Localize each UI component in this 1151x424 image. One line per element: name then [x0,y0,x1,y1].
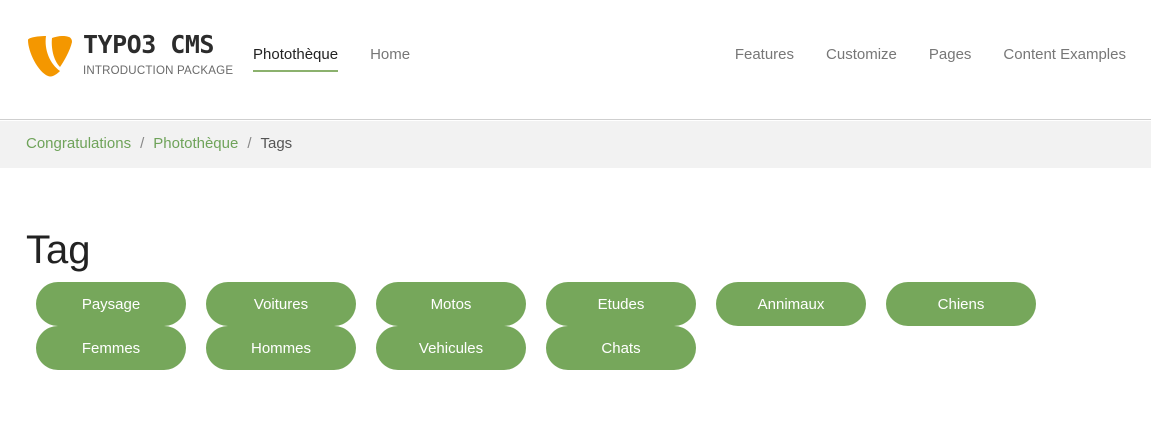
tag-button-femmes[interactable]: Femmes [36,326,186,370]
tag-button-chiens[interactable]: Chiens [886,282,1036,326]
site-header: TYPO3 CMS INTRODUCTION PACKAGE Photothèq… [0,0,1151,120]
secondary-nav: Features Customize Pages Content Example… [735,44,1126,72]
logo-title: TYPO3 CMS [83,30,214,59]
breadcrumb-separator: / [140,135,145,152]
breadcrumb-separator: / [247,135,252,152]
logo-subtitle: INTRODUCTION PACKAGE [83,63,234,77]
page-title: Tag [26,228,91,272]
typo3-logo-icon [28,36,72,77]
breadcrumb: Congratulations / Photothèque / Tags [26,134,292,154]
typo3-logo[interactable]: TYPO3 CMS INTRODUCTION PACKAGE [26,30,233,80]
breadcrumb-item-congratulations[interactable]: Congratulations [26,134,131,154]
tag-button-paysage[interactable]: Paysage [36,282,186,326]
breadcrumb-current: Tags [260,135,293,152]
tag-button-chats[interactable]: Chats [546,326,696,370]
nav-item-customize[interactable]: Customize [826,44,897,72]
tag-button-annimaux[interactable]: Annimaux [716,282,866,326]
tag-button-motos[interactable]: Motos [376,282,526,326]
tag-button-vehicules[interactable]: Vehicules [376,326,526,370]
nav-item-pages[interactable]: Pages [929,44,972,72]
tag-button-etudes[interactable]: Etudes [546,282,696,326]
tag-button-hommes[interactable]: Hommes [206,326,356,370]
main-nav: Photothèque Home [253,44,410,72]
nav-item-home[interactable]: Home [370,44,410,72]
breadcrumb-item-phototheque[interactable]: Photothèque [153,134,238,154]
nav-item-content-examples[interactable]: Content Examples [1003,44,1126,72]
tag-list: Paysage Voitures Motos Etudes Annimaux C… [36,282,1056,370]
nav-item-phototheque[interactable]: Photothèque [253,44,339,72]
tag-button-voitures[interactable]: Voitures [206,282,356,326]
breadcrumb-bar: Congratulations / Photothèque / Tags [0,121,1151,168]
nav-item-features[interactable]: Features [735,44,794,72]
